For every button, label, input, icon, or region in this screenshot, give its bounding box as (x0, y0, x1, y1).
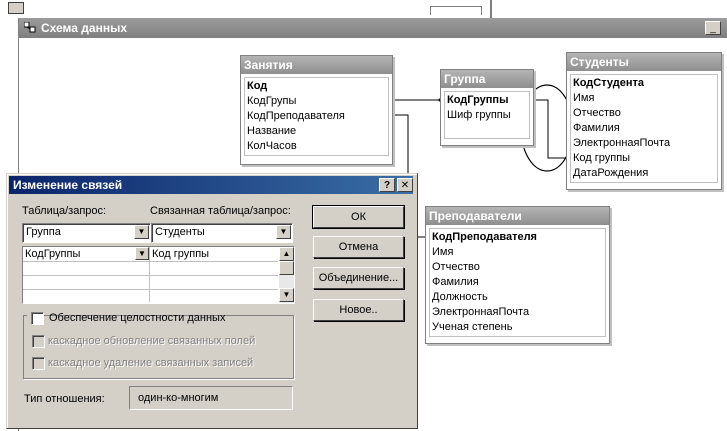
table-select-value: Группа (26, 226, 61, 238)
grid-row[interactable] (23, 276, 278, 290)
table-studenty-title[interactable]: Студенты (567, 53, 721, 71)
field-item[interactable]: КодПреподавателя (247, 109, 386, 124)
dialog-title: Изменение связей (13, 178, 123, 192)
field-item[interactable]: Отчество (573, 106, 715, 121)
cascade-update-label: каскадное обновление связанных полей (48, 335, 256, 347)
grid-cell-left[interactable]: КодГруппы ▼ (23, 247, 150, 262)
field-item[interactable]: Имя (432, 245, 603, 260)
field-item[interactable]: Название (247, 124, 386, 139)
dialog-titlebar: Изменение связей ? ✕ (9, 176, 413, 194)
table-zanyatiya-fields: Код КодГрупы КодПреподавателя Название К… (244, 77, 389, 156)
field-item[interactable]: КодГрупы (247, 94, 386, 109)
field-item[interactable]: ЭлектроннаяПочта (432, 305, 603, 320)
related-table-select-value: Студенты (155, 226, 205, 238)
grid-cell-left-text: КодГруппы (25, 248, 81, 260)
integrity-label: Обеспечение целостности данных (49, 312, 226, 324)
table-query-label: Таблица/запрос: (22, 205, 107, 217)
ok-button[interactable]: ОК (312, 205, 405, 229)
table-prepodavateli[interactable]: Преподаватели КодПреподавателя Имя Отчес… (425, 206, 610, 344)
field-item[interactable]: Фамилия (432, 275, 603, 290)
relation-type-field: один-ко-многим (129, 386, 293, 410)
table-zanyatiya-title[interactable]: Занятия (241, 56, 392, 74)
scroll-down-icon[interactable]: ▼ (279, 288, 294, 302)
field-item[interactable]: Шиф группы (447, 108, 527, 123)
scroll-thumb[interactable] (279, 261, 294, 275)
table-gruppa-title[interactable]: Группа (441, 70, 533, 88)
field-item[interactable]: КодГруппы (447, 93, 527, 108)
dropdown-arrow-icon[interactable]: ▼ (276, 225, 291, 239)
table-gruppa[interactable]: Группа КодГруппы Шиф группы (440, 69, 534, 146)
create-new-button[interactable]: Новое.. (313, 299, 404, 321)
relation-line-gruppa-studenty (532, 99, 566, 159)
relation-type-value: один-ко-многим (138, 392, 219, 404)
field-item[interactable]: Код группы (573, 151, 715, 166)
field-item[interactable]: Ученая степень (432, 320, 603, 335)
close-button[interactable]: ✕ (397, 178, 413, 192)
grid-cell-right[interactable]: Код группы (150, 247, 278, 262)
cascade-delete-label: каскадное удаление связанных записей (48, 357, 254, 369)
field-item[interactable]: Фамилия (573, 121, 715, 136)
field-item[interactable]: КодСтудента (573, 76, 715, 91)
field-mapping-grid[interactable]: КодГруппы ▼ Код группы ▲ ▼ (22, 246, 295, 304)
related-table-select[interactable]: Студенты ▼ (151, 223, 293, 243)
field-item[interactable]: КолЧасов (247, 139, 386, 154)
field-item[interactable]: Должность (432, 290, 603, 305)
field-item[interactable]: КодПреподавателя (432, 230, 603, 245)
relation-type-label: Тип отношения: (24, 393, 105, 405)
dropdown-arrow-icon[interactable]: ▼ (134, 225, 149, 239)
field-item[interactable]: Код (247, 79, 386, 94)
table-studenty[interactable]: Студенты КодСтудента Имя Отчество Фамили… (566, 52, 722, 190)
grid-scrollbar[interactable]: ▲ ▼ (279, 247, 294, 303)
integrity-group (23, 315, 294, 379)
field-item[interactable]: Отчество (432, 260, 603, 275)
field-item[interactable]: ДатаРождения (573, 166, 715, 181)
table-gruppa-fields: КодГруппы Шиф группы (444, 91, 530, 139)
field-item[interactable]: Имя (573, 91, 715, 106)
help-button[interactable]: ? (379, 178, 395, 192)
grid-row[interactable] (23, 262, 278, 276)
cancel-button[interactable]: Отмена (313, 236, 404, 258)
join-type-button[interactable]: Объединение... (313, 267, 404, 289)
field-item[interactable]: ЭлектроннаяПочта (573, 136, 715, 151)
edit-relationships-dialog: Изменение связей ? ✕ Таблица/запрос: Свя… (6, 173, 418, 429)
grid-row[interactable] (23, 290, 278, 302)
integrity-option[interactable]: Обеспечение целостности данных (27, 310, 225, 325)
grid-cell-right-text: Код группы (152, 248, 210, 260)
dropdown-arrow-icon[interactable]: ▼ (135, 247, 149, 260)
table-zanyatiya[interactable]: Занятия Код КодГрупы КодПреподавателя На… (240, 55, 393, 165)
integrity-checkbox[interactable] (31, 312, 44, 325)
scroll-up-icon[interactable]: ▲ (279, 247, 294, 261)
table-select[interactable]: Группа ▼ (22, 223, 151, 243)
cascade-update-checkbox[interactable] (32, 335, 45, 348)
cascade-delete-checkbox[interactable] (32, 357, 45, 370)
table-prepodavateli-title[interactable]: Преподаватели (426, 207, 609, 225)
table-prepodavateli-fields: КодПреподавателя Имя Отчество Фамилия До… (429, 228, 606, 337)
table-studenty-fields: КодСтудента Имя Отчество Фамилия Электро… (570, 74, 718, 183)
related-table-label: Связанная таблица/запрос: (150, 205, 291, 217)
